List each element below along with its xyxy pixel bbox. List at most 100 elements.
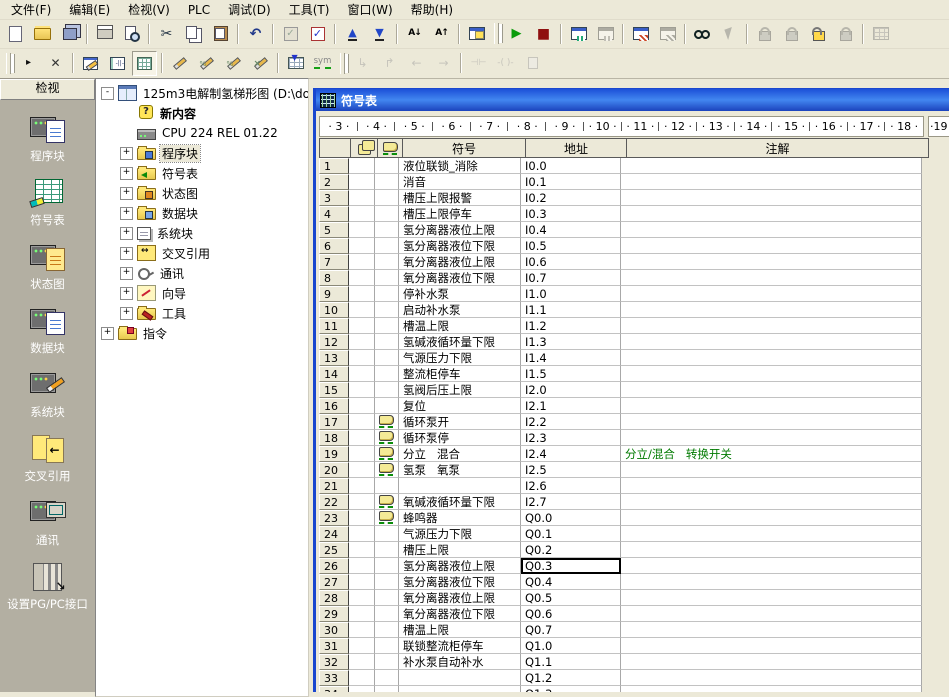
sidebar-item-communications[interactable]: 通讯 <box>0 497 95 548</box>
io-flag-cell[interactable] <box>349 654 375 670</box>
symbol-cell[interactable]: 分立 混合 <box>399 446 521 462</box>
row-number-cell[interactable]: 25 <box>319 542 349 558</box>
symbol-cell[interactable]: 联锁整流柜停车 <box>399 638 521 654</box>
comment-cell[interactable]: 分立/混合 转换开关 <box>621 446 922 462</box>
cut-button[interactable]: ✂ <box>154 21 179 46</box>
row-number-cell[interactable]: 22 <box>319 494 349 510</box>
symbol-flag-cell[interactable] <box>375 590 399 606</box>
io-flag-cell[interactable] <box>349 238 375 254</box>
symbol-flag-cell[interactable] <box>375 270 399 286</box>
symbol-flag-cell[interactable] <box>375 670 399 686</box>
io-flag-cell[interactable] <box>349 254 375 270</box>
address-cell[interactable]: I2.6 <box>521 478 621 494</box>
address-cell[interactable]: I2.3 <box>521 430 621 446</box>
address-cell[interactable]: Q0.4 <box>521 574 621 590</box>
symbol-flag-cell[interactable] <box>375 430 399 446</box>
tree-item[interactable]: +向导 <box>96 283 308 303</box>
io-flag-cell[interactable] <box>349 494 375 510</box>
symbol-cell[interactable]: 槽压上限报警 <box>399 190 521 206</box>
address-cell[interactable]: Q1.2 <box>521 670 621 686</box>
comment-cell[interactable] <box>621 670 922 686</box>
comment-cell[interactable] <box>621 302 922 318</box>
comment-cell[interactable] <box>621 286 922 302</box>
expand-icon[interactable]: + <box>120 307 133 320</box>
symbol-flag-cell[interactable] <box>375 318 399 334</box>
address-cell[interactable]: I0.2 <box>521 190 621 206</box>
delete-network-button[interactable]: ✕ <box>43 51 68 76</box>
symbol-cell[interactable]: 氧分离器液位上限 <box>399 590 521 606</box>
io-flag-cell[interactable] <box>349 222 375 238</box>
symbol-cell[interactable]: 液位联锁_消除 <box>399 158 521 174</box>
network-up-button[interactable]: ↱ <box>377 51 402 76</box>
expand-icon[interactable]: + <box>120 227 133 240</box>
symbol-cell[interactable]: 槽温上限 <box>399 318 521 334</box>
io-flag-cell[interactable] <box>349 590 375 606</box>
row-number-cell[interactable]: 21 <box>319 478 349 494</box>
symbol-flag-cell[interactable] <box>375 478 399 494</box>
symbol-cell[interactable]: 整流柜停车 <box>399 366 521 382</box>
download-button[interactable] <box>367 21 392 46</box>
symbol-cell[interactable]: 停补水泵 <box>399 286 521 302</box>
sidebar-item-status-chart[interactable]: 状态图 <box>0 241 95 292</box>
program-status-button[interactable] <box>566 21 591 46</box>
symbol-cell[interactable]: 槽压上限 <box>399 542 521 558</box>
io-flag-cell[interactable] <box>349 526 375 542</box>
column-header-symbol[interactable]: 符号 <box>403 138 526 158</box>
io-flag-cell[interactable] <box>349 382 375 398</box>
tree-item[interactable]: +系统块 <box>96 223 308 243</box>
column-header-num[interactable] <box>319 138 351 158</box>
address-cell[interactable]: I2.7 <box>521 494 621 510</box>
address-cell[interactable]: I0.7 <box>521 270 621 286</box>
menu-item-plc[interactable]: PLC <box>179 1 219 19</box>
comment-cell[interactable] <box>621 350 922 366</box>
insert-contact-button[interactable]: ⊣⊢ <box>466 51 491 76</box>
row-number-cell[interactable]: 31 <box>319 638 349 654</box>
address-cell[interactable]: I2.2 <box>521 414 621 430</box>
bookmark-previous-button[interactable] <box>221 51 246 76</box>
symbol-cell[interactable]: 消音 <box>399 174 521 190</box>
row-number-cell[interactable]: 20 <box>319 462 349 478</box>
io-flag-cell[interactable] <box>349 638 375 654</box>
mixed-view-button[interactable] <box>105 51 130 76</box>
address-cell[interactable]: I0.4 <box>521 222 621 238</box>
expand-icon[interactable]: + <box>120 287 133 300</box>
comment-cell[interactable] <box>621 542 922 558</box>
io-flag-cell[interactable] <box>349 206 375 222</box>
symbol-flag-cell[interactable] <box>375 462 399 478</box>
symbol-flag-cell[interactable] <box>375 158 399 174</box>
address-cell[interactable]: I2.0 <box>521 382 621 398</box>
network-right-button[interactable]: → <box>431 51 456 76</box>
comment-cell[interactable] <box>621 318 922 334</box>
menu-item-file[interactable]: 文件(F) <box>2 0 60 20</box>
undo-button[interactable]: ↶ <box>243 21 268 46</box>
comment-cell[interactable] <box>621 254 922 270</box>
print-preview-button[interactable] <box>119 21 144 46</box>
row-number-cell[interactable]: 29 <box>319 606 349 622</box>
symbol-cell[interactable] <box>399 670 521 686</box>
symbol-cell[interactable]: 氧分离器液位下限 <box>399 606 521 622</box>
unforce-button[interactable] <box>779 21 804 46</box>
expand-icon[interactable]: + <box>120 207 133 220</box>
upload-button[interactable] <box>340 21 365 46</box>
io-flag-cell[interactable] <box>349 286 375 302</box>
symbol-flag-cell[interactable] <box>375 654 399 670</box>
symbol-flag-cell[interactable] <box>375 286 399 302</box>
address-cell[interactable]: Q1.0 <box>521 638 621 654</box>
expand-icon[interactable]: + <box>120 167 133 180</box>
sort-ascending-button[interactable]: A↑ <box>429 21 454 46</box>
symbol-flag-cell[interactable] <box>375 302 399 318</box>
io-flag-cell[interactable] <box>349 190 375 206</box>
symbol-flag-cell[interactable] <box>375 510 399 526</box>
copy-button[interactable] <box>181 21 206 46</box>
options-button[interactable] <box>464 21 489 46</box>
symbol-flag-cell[interactable] <box>375 238 399 254</box>
symbol-flag-cell[interactable] <box>375 366 399 382</box>
symbol-cell[interactable]: 补水泵自动补水 <box>399 654 521 670</box>
symbol-table-titlebar[interactable]: 符号表 <box>316 89 949 111</box>
new-document-button[interactable] <box>3 21 28 46</box>
comment-cell[interactable] <box>621 526 922 542</box>
symbol-flag-cell[interactable] <box>375 254 399 270</box>
comment-cell[interactable] <box>621 494 922 510</box>
tree-item[interactable]: -125m3电解制氢梯形图 (D:\dow <box>96 83 308 103</box>
address-cell[interactable]: I2.1 <box>521 398 621 414</box>
